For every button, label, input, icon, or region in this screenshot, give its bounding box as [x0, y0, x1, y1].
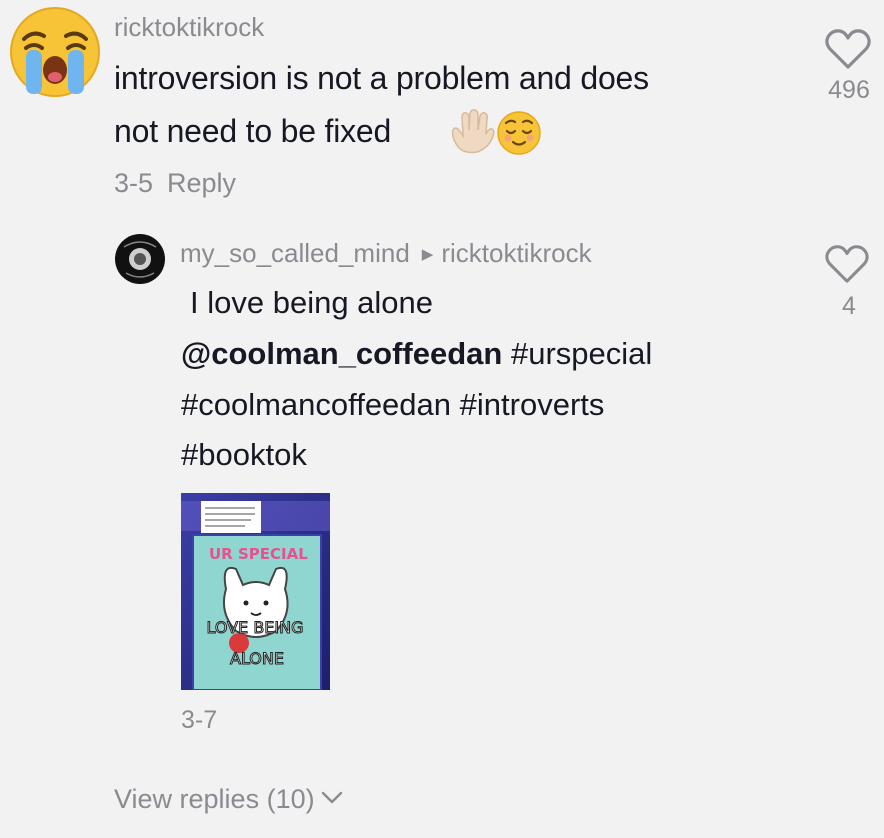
book-title: UR SPECIAL	[209, 545, 308, 563]
comment-meta: 3-5 Reply	[114, 168, 236, 199]
reply-date: 3-7	[181, 706, 218, 734]
avatar[interactable]	[6, 6, 104, 98]
hashtag-link[interactable]: #introverts	[460, 387, 605, 422]
like-count: 4	[842, 292, 856, 320]
like-heart-icon[interactable]	[824, 28, 872, 70]
reply-text-line3: #coolmancoffeedan #introverts	[181, 387, 604, 423]
hashtag-link[interactable]: #coolmancoffeedan	[181, 387, 451, 422]
reply-username-line: my_so_called_mind ▶ ricktoktikrock	[180, 238, 592, 269]
reply-username[interactable]: my_so_called_mind	[180, 238, 410, 268]
reply-to-username[interactable]: ricktoktikrock	[441, 238, 591, 268]
attached-book-image[interactable]: UR SPECIAL LOVE BEING ALONE	[181, 493, 330, 690]
like-heart-icon[interactable]	[824, 244, 870, 284]
comment-date: 3-5	[114, 168, 154, 198]
chevron-down-icon	[321, 791, 342, 804]
view-replies-button[interactable]: View replies (10)	[114, 784, 343, 815]
reply-avatar[interactable]	[114, 233, 166, 285]
raised-hand-icon	[451, 109, 495, 154]
reply-button[interactable]: Reply	[167, 168, 236, 198]
book-caption-line1: LOVE BEING	[207, 618, 304, 637]
reply-text-line2: @coolman_coffeedan #urspecial	[181, 336, 652, 372]
hashtag-link[interactable]: #booktok	[181, 437, 307, 472]
relieved-face-icon	[497, 111, 541, 155]
hashtag-link[interactable]: #urspecial	[511, 336, 652, 371]
comment-text-line2: not need to be fixed	[114, 113, 392, 149]
view-replies-label: View replies (10)	[114, 784, 315, 814]
like-count: 496	[828, 76, 870, 104]
mention-link[interactable]: @coolman_coffeedan	[181, 336, 502, 371]
comment-text-line1: introversion is not a problem and does	[114, 60, 649, 96]
reply-arrow-icon: ▶	[421, 246, 434, 263]
reply-text-line4: #booktok	[181, 437, 307, 473]
reply-text-line1: I love being alone	[190, 285, 434, 320]
book-caption-line2: ALONE	[230, 649, 284, 668]
comment-username[interactable]: ricktoktikrock	[114, 12, 264, 43]
loudly-crying-face-icon	[10, 7, 100, 97]
